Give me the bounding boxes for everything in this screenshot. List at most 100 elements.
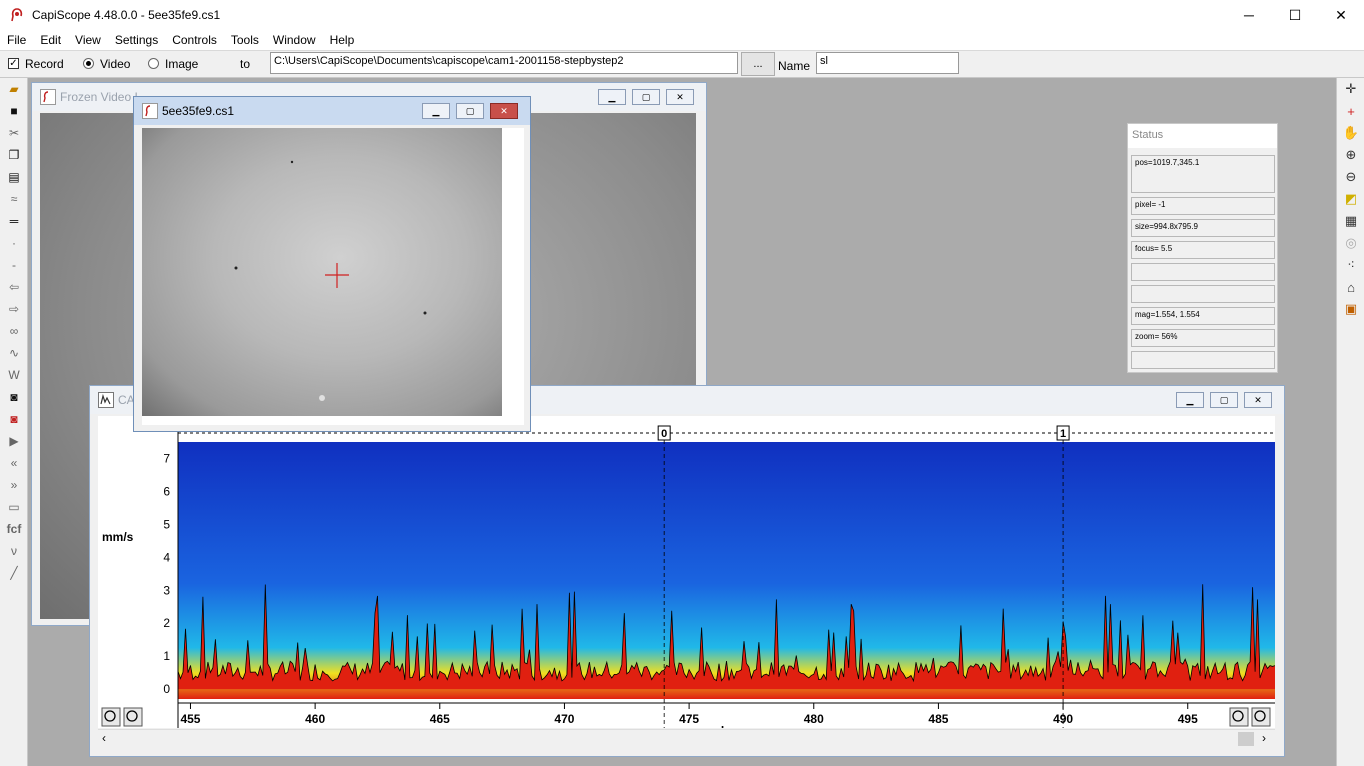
x-tick-label: 485 xyxy=(928,712,948,726)
arrow-right-icon[interactable]: ⇨ xyxy=(0,298,28,320)
control-bar: ✓ Record Video Image to C:\Users\CapiSco… xyxy=(0,51,1364,78)
frozen-restore-button[interactable]: ▢ xyxy=(632,89,660,105)
window-title: CapiScope 4.48.0.0 - 5ee35fe9.cs1 xyxy=(32,8,221,22)
plot-window-icon xyxy=(98,392,114,408)
menu-settings[interactable]: Settings xyxy=(108,33,165,47)
image-minimize-button[interactable]: ▁ xyxy=(422,103,450,119)
capiscope-app-icon xyxy=(10,8,24,22)
title-bar: CapiScope 4.48.0.0 - 5ee35fe9.cs1 ─ ☐ ✕ xyxy=(0,0,1364,30)
status-title: Status xyxy=(1128,124,1277,148)
minus-icon[interactable]: - xyxy=(0,254,28,276)
grid-icon[interactable]: ▦ xyxy=(1337,210,1364,232)
y-axis-label: mm/s xyxy=(102,530,134,544)
right-toolbar: ✛ + ✋ ⊕ ⊖ ◩ ▦ ◎ ⁖ ⌂ ▣ xyxy=(1336,78,1364,766)
horizontal-scrollbar[interactable]: ‹ › xyxy=(98,729,1275,747)
open-icon[interactable]: ▰ xyxy=(0,78,28,100)
plot-area[interactable]: 01234567455460465470475480485490495secon… xyxy=(98,416,1276,739)
plot-minimize-button[interactable]: ▁ xyxy=(1176,392,1204,408)
contrast-icon[interactable]: ◩ xyxy=(1337,188,1364,210)
x-tick-label: 495 xyxy=(1178,712,1198,726)
target-icon[interactable]: ◎ xyxy=(1337,232,1364,254)
dot-icon[interactable]: · xyxy=(0,232,28,254)
y-tick-label: 5 xyxy=(163,517,170,531)
browse-button[interactable]: ... xyxy=(741,52,775,76)
line-icon[interactable]: ╱ xyxy=(0,562,28,584)
menu-controls[interactable]: Controls xyxy=(165,33,224,47)
status-zoom: zoom= 56% xyxy=(1131,329,1275,347)
wave-icon[interactable]: ≈ xyxy=(0,188,28,210)
points-icon[interactable]: ⁖ xyxy=(1337,254,1364,276)
x-tick-label: 465 xyxy=(430,712,450,726)
cut-icon[interactable]: ✂ xyxy=(0,122,28,144)
to-label: to xyxy=(240,57,251,71)
menu-edit[interactable]: Edit xyxy=(33,33,68,47)
marker-label: 0 xyxy=(661,428,667,440)
play-icon[interactable]: ▶ xyxy=(0,430,28,452)
rewind-icon[interactable]: « xyxy=(0,452,28,474)
menu-tools[interactable]: Tools xyxy=(224,33,266,47)
status-empty-1 xyxy=(1131,263,1275,281)
maximize-button[interactable]: ☐ xyxy=(1272,0,1318,30)
scroll-thumb[interactable] xyxy=(1238,732,1254,746)
x-tick-label: 460 xyxy=(305,712,325,726)
y-tick-label: 3 xyxy=(163,583,170,597)
status-panel: Status pos=1019.7,345.1 pixel= -1 size=9… xyxy=(1127,123,1278,373)
paste-icon[interactable]: ▤ xyxy=(0,166,28,188)
image-window-icon xyxy=(142,103,158,119)
capillary-image[interactable] xyxy=(142,128,502,416)
record-label: Record xyxy=(25,57,64,71)
lock-icon[interactable]: ⌂ xyxy=(1337,276,1364,298)
camera-icon[interactable]: ◙ xyxy=(0,386,28,408)
left-toolbar: ▰ ■ ✂ ❐ ▤ ≈ ═ · - ⇦ ⇨ ∞ ∿ W ◙ ◙ ▶ « » ▭ … xyxy=(0,78,28,766)
y-tick-label: 6 xyxy=(163,484,170,498)
status-empty-3 xyxy=(1131,351,1275,369)
menu-bar: File Edit View Settings Controls Tools W… xyxy=(0,30,1364,51)
hand-icon[interactable]: ✋ xyxy=(1337,122,1364,144)
menu-file[interactable]: File xyxy=(0,33,33,47)
y-tick-label: 0 xyxy=(163,682,170,696)
video-label: Video xyxy=(100,57,131,71)
image-radio[interactable] xyxy=(148,58,159,69)
fcf-icon[interactable]: fcf xyxy=(0,518,28,540)
image-close-button[interactable]: ✕ xyxy=(490,103,518,119)
status-mag: mag=1.554, 1.554 xyxy=(1131,307,1275,325)
close-button[interactable]: ✕ xyxy=(1318,0,1364,30)
crosshair-icon[interactable]: ✛ xyxy=(1337,78,1364,100)
trace-icon[interactable]: W xyxy=(0,364,28,386)
video-radio[interactable] xyxy=(83,58,94,69)
plot-close-button[interactable]: ✕ xyxy=(1244,392,1272,408)
record-checkbox[interactable]: ✓ xyxy=(8,58,19,69)
minimize-button[interactable]: ─ xyxy=(1226,0,1272,30)
spectrogram-chart[interactable]: 01234567455460465470475480485490495secon… xyxy=(98,416,1276,739)
equals-icon[interactable]: ═ xyxy=(0,210,28,232)
export-image-icon[interactable]: ▣ xyxy=(1337,298,1364,320)
frozen-close-button[interactable]: ✕ xyxy=(666,89,694,105)
zoom-out-icon[interactable]: ⊖ xyxy=(1337,166,1364,188)
menu-help[interactable]: Help xyxy=(323,33,362,47)
nu-icon[interactable]: ν xyxy=(0,540,28,562)
arrow-left-icon[interactable]: ⇦ xyxy=(0,276,28,298)
glasses-icon[interactable]: ∞ xyxy=(0,320,28,342)
name-field[interactable]: sl xyxy=(816,52,959,74)
save-icon[interactable]: ■ xyxy=(0,100,28,122)
menu-window[interactable]: Window xyxy=(266,33,323,47)
image-label: Image xyxy=(165,57,199,71)
status-size: size=994.8x795.9 xyxy=(1131,219,1275,237)
record-camera-icon[interactable]: ◙ xyxy=(0,408,28,430)
status-pixel: pixel= -1 xyxy=(1131,197,1275,215)
menu-view[interactable]: View xyxy=(68,33,108,47)
signal-icon[interactable]: ∿ xyxy=(0,342,28,364)
scroll-left-icon[interactable]: ‹ xyxy=(102,731,106,745)
image-restore-button[interactable]: ▢ xyxy=(456,103,484,119)
red-crosshair-icon[interactable]: + xyxy=(1337,100,1364,122)
plot-restore-button[interactable]: ▢ xyxy=(1210,392,1238,408)
link-icon[interactable]: ▭ xyxy=(0,496,28,518)
forward-icon[interactable]: » xyxy=(0,474,28,496)
frozen-minimize-button[interactable]: ▁ xyxy=(598,89,626,105)
path-field[interactable]: C:\Users\CapiScope\Documents\capiscope\c… xyxy=(270,52,738,74)
copy-icon[interactable]: ❐ xyxy=(0,144,28,166)
scroll-right-icon[interactable]: › xyxy=(1262,731,1266,745)
zoom-in-icon[interactable]: ⊕ xyxy=(1337,144,1364,166)
image-window[interactable]: 5ee35fe9.cs1 ▁ ▢ ✕ xyxy=(133,96,531,432)
x-tick-label: 455 xyxy=(180,712,200,726)
